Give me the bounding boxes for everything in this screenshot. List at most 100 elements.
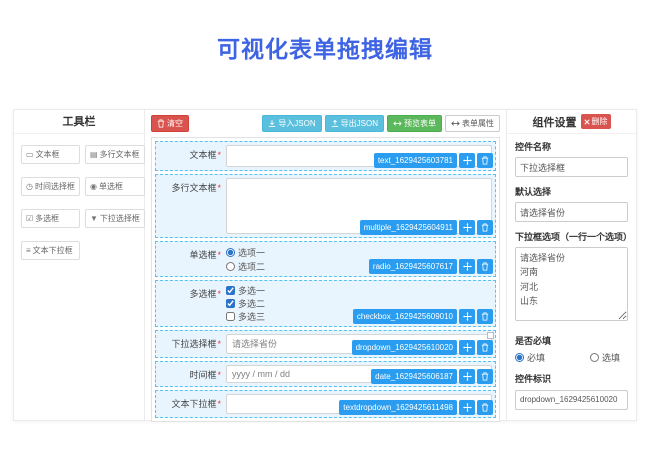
field-badges: date_1629425606187	[371, 369, 493, 384]
tool-item-label: 单选框	[99, 181, 123, 192]
field-badges: dropdown_1629425610020	[352, 340, 493, 355]
form-canvas: 文本框* text_1629425603781 多行文本框* multiple_…	[151, 137, 500, 422]
canvas-action-bar: 清空 导入JSON 导出JSON	[145, 110, 506, 135]
row-corner-handle[interactable]	[487, 332, 494, 339]
field-badges: multiple_1629425604911	[360, 220, 493, 235]
checkbox-icon: ☑	[26, 215, 33, 223]
canvas-field-textarea[interactable]: 多行文本框* multiple_1629425604911	[155, 174, 496, 238]
field-badges: text_1629425603781	[374, 153, 493, 168]
required-mark: *	[217, 289, 221, 299]
tool-item-text[interactable]: ▭ 文本框	[21, 145, 80, 164]
required-option-label: 必填	[527, 351, 545, 364]
field-badges: textdropdown_1629425611498	[339, 400, 493, 415]
component-name-input[interactable]	[515, 157, 628, 177]
field-badges: checkbox_1629425609010	[353, 309, 493, 324]
canvas-field-radio[interactable]: 单选框* 选项一 选项二 radio_1629425607617	[155, 241, 496, 277]
field-label: 文本下拉框*	[159, 394, 221, 414]
optional-option-label: 选填	[602, 351, 620, 364]
field-label: 多行文本框*	[159, 178, 221, 234]
field-label: 时间框*	[159, 365, 221, 383]
tool-item-time[interactable]: ◷ 时间选择框	[21, 177, 80, 196]
clear-button[interactable]: 清空	[151, 115, 189, 132]
field-id-badge: dropdown_1629425610020	[352, 340, 457, 355]
trash-icon[interactable]	[477, 220, 493, 235]
canvas-field-dropdown[interactable]: 下拉选择框* 请选择省份 dropdown_1629425610020	[155, 330, 496, 358]
move-icon[interactable]	[459, 369, 475, 384]
tool-item-radio[interactable]: ◉ 单选框	[85, 177, 145, 196]
checkbox-input[interactable]	[226, 299, 235, 308]
default-select-label: 默认选择	[515, 185, 628, 198]
field-label: 单选框*	[159, 245, 221, 273]
radio-option-label: 选项二	[238, 260, 265, 273]
field-id-badge: text_1629425603781	[374, 153, 457, 168]
radio-icon: ◉	[90, 183, 97, 191]
trash-icon[interactable]	[477, 309, 493, 324]
settings-title: 组件设置	[533, 114, 577, 130]
textarea-icon: ▤	[90, 151, 98, 159]
move-icon[interactable]	[459, 220, 475, 235]
required-mark: *	[217, 150, 221, 160]
toolbar-items: ▭ 文本框 ▤ 多行文本框 ◷ 时间选择框 ◉ 单选框 ☑ 多选框 ▼ 下拉选择…	[14, 134, 144, 271]
tool-item-label: 多选框	[35, 213, 59, 224]
required-mark: *	[217, 250, 221, 260]
checkbox-option-label: 多选一	[238, 284, 265, 297]
dropdown-options-label: 下拉框选项（一行一个选项）	[515, 230, 628, 243]
move-icon[interactable]	[459, 153, 475, 168]
required-mark: *	[217, 399, 221, 409]
tool-item-textarea[interactable]: ▤ 多行文本框	[85, 145, 145, 164]
move-icon[interactable]	[459, 309, 475, 324]
radio-option[interactable]: 选项一	[226, 245, 492, 259]
tool-item-label: 文本框	[36, 149, 60, 160]
move-icon[interactable]	[459, 340, 475, 355]
preview-form-button[interactable]: 预览表单	[387, 115, 442, 132]
canvas-panel: 清空 导入JSON 导出JSON	[145, 110, 506, 420]
checkbox-input[interactable]	[226, 286, 235, 295]
move-icon[interactable]	[459, 400, 475, 415]
tool-item-label: 文本下拉框	[33, 245, 73, 256]
tool-item-textdropdown[interactable]: ≡ 文本下拉框	[21, 241, 80, 260]
delete-component-button[interactable]: 删除	[581, 114, 611, 129]
field-label: 文本框*	[159, 145, 221, 167]
export-json-button[interactable]: 导出JSON	[325, 115, 384, 132]
field-label: 多选框*	[159, 284, 221, 323]
required-mark: *	[217, 370, 221, 380]
checkbox-input[interactable]	[226, 312, 235, 321]
trash-icon[interactable]	[477, 369, 493, 384]
tool-item-label: 多行文本框	[100, 149, 140, 160]
import-json-button[interactable]: 导入JSON	[262, 115, 321, 132]
canvas-field-text[interactable]: 文本框* text_1629425603781	[155, 141, 496, 171]
field-label: 下拉选择框*	[159, 334, 221, 354]
radio-input[interactable]	[226, 248, 235, 257]
optional-option[interactable]: 选填	[590, 351, 620, 364]
canvas-field-textdropdown[interactable]: 文本下拉框* textdropdown_1629425611498	[155, 390, 496, 418]
form-props-button[interactable]: 表单属性	[445, 115, 500, 132]
checkbox-option-label: 多选二	[238, 297, 265, 310]
close-icon	[584, 119, 590, 125]
field-id-badge: date_1629425606187	[371, 369, 457, 384]
import-icon	[268, 119, 276, 128]
component-key-input[interactable]	[515, 390, 628, 410]
tool-item-dropdown[interactable]: ▼ 下拉选择框	[85, 209, 145, 228]
trash-icon[interactable]	[477, 400, 493, 415]
trash-icon[interactable]	[477, 259, 493, 274]
text-dropdown-icon: ≡	[26, 247, 31, 255]
dropdown-options-textarea[interactable]: 请选择省份 河南 河北 山东	[515, 247, 628, 321]
required-radio-input[interactable]	[515, 353, 524, 362]
default-select-input[interactable]	[515, 202, 628, 222]
tool-item-label: 下拉选择框	[100, 213, 140, 224]
canvas-field-checkbox[interactable]: 多选框* 多选一 多选二 多选三 check	[155, 280, 496, 327]
checkbox-option[interactable]: 多选一	[226, 284, 492, 297]
trash-icon[interactable]	[477, 153, 493, 168]
move-icon[interactable]	[459, 259, 475, 274]
settings-panel: 组件设置 删除 控件名称 默认选择 下拉框选项（一行一个选项） 请选择省份 河南…	[506, 110, 636, 420]
trash-icon[interactable]	[477, 340, 493, 355]
required-option[interactable]: 必填	[515, 351, 545, 364]
radio-input[interactable]	[226, 262, 235, 271]
text-input-icon: ▭	[26, 151, 34, 159]
canvas-field-date[interactable]: 时间框* yyyy / mm / dd date_1629425606187	[155, 361, 496, 387]
settings-header: 组件设置 删除	[507, 110, 636, 134]
toolbar-panel: 工具栏 ▭ 文本框 ▤ 多行文本框 ◷ 时间选择框 ◉ 单选框 ☑ 多选框	[14, 110, 145, 420]
tool-item-checkbox[interactable]: ☑ 多选框	[21, 209, 80, 228]
optional-radio-input[interactable]	[590, 353, 599, 362]
component-key-label: 控件标识	[515, 372, 628, 385]
